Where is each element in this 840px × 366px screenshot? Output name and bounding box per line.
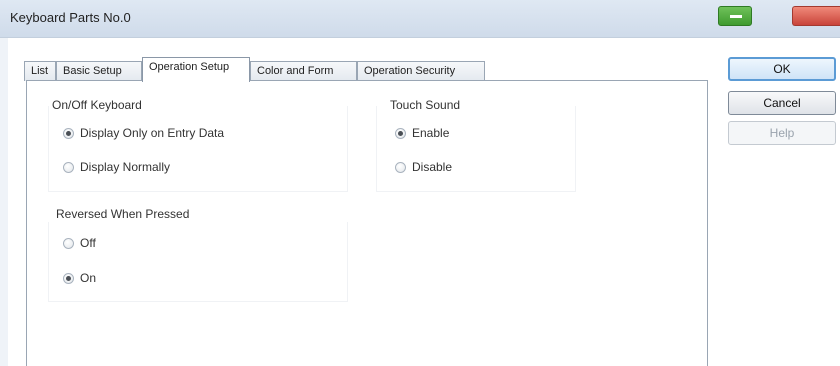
reversed-when-pressed-group (48, 222, 348, 302)
onoff-keyboard-group (48, 106, 348, 192)
radio-checked-icon (63, 128, 74, 139)
touch-sound-group (376, 106, 576, 192)
title-bar[interactable]: Keyboard Parts No.0 (0, 0, 840, 38)
onoff-keyboard-label: On/Off Keyboard (52, 98, 142, 112)
radio-label: Display Normally (80, 160, 171, 174)
radio-label: Enable (412, 126, 450, 140)
reversed-when-pressed-label: Reversed When Pressed (56, 207, 190, 221)
radio-checked-icon (63, 273, 74, 284)
tab-operation-setup[interactable]: Operation Setup (142, 57, 250, 82)
tab-operation-security[interactable]: Operation Security (357, 61, 485, 81)
cancel-button[interactable]: Cancel (728, 91, 836, 115)
radio-label: Display Only on Entry Data (80, 126, 225, 140)
tab-list[interactable]: List (24, 61, 56, 81)
ok-button[interactable]: OK (728, 57, 836, 81)
help-button[interactable]: Help (728, 121, 836, 145)
dialog-window: Keyboard Parts No.0 List Basic Setup Ope… (0, 0, 840, 366)
close-button[interactable] (792, 6, 840, 26)
minimize-icon (730, 15, 742, 18)
tab-basic-setup[interactable]: Basic Setup (56, 61, 142, 81)
radio-label: Disable (412, 160, 453, 174)
tab-color-and-form[interactable]: Color and Form (250, 61, 357, 81)
radio-checked-icon (395, 128, 406, 139)
radio-label: Off (80, 236, 96, 250)
radio-unchecked-icon (395, 162, 406, 173)
radio-label: On (80, 271, 97, 285)
minimize-button[interactable] (718, 6, 752, 26)
touch-sound-label: Touch Sound (390, 98, 461, 112)
radio-unchecked-icon (63, 238, 74, 249)
radio-unchecked-icon (63, 162, 74, 173)
window-title: Keyboard Parts No.0 (10, 10, 131, 25)
